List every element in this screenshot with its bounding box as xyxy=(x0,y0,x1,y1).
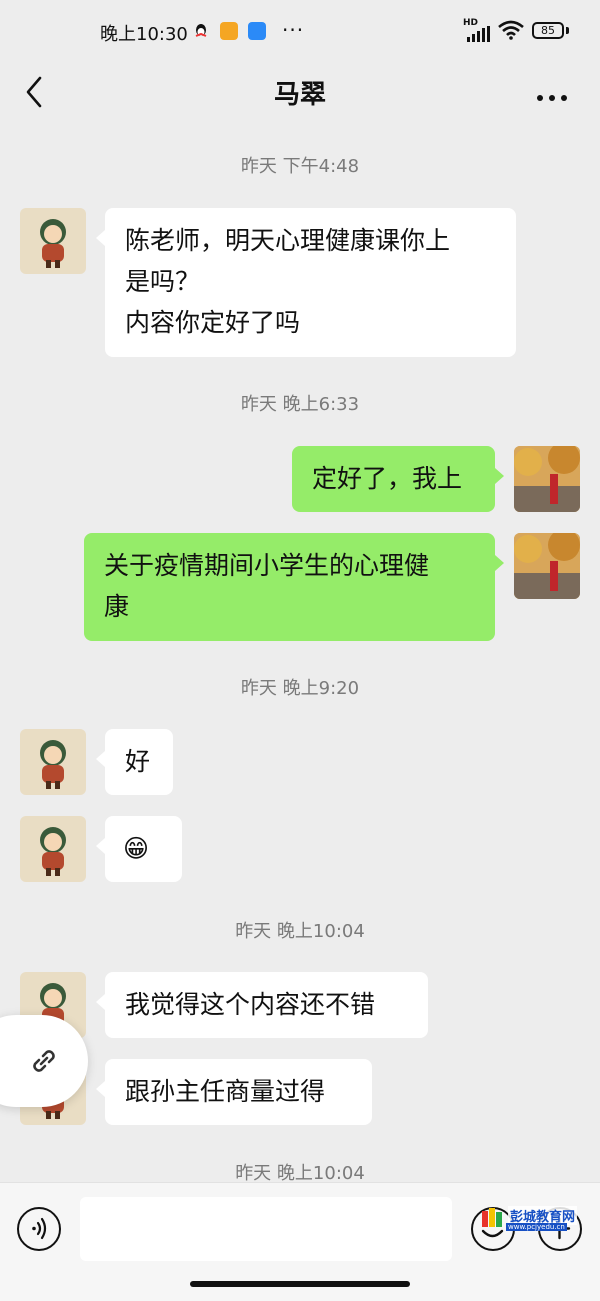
status-more-icon: ··· xyxy=(282,18,305,42)
message-bubble[interactable]: 陈老师，明天心理健康课你上 是吗？ 内容你定好了吗 xyxy=(105,208,516,357)
message-input[interactable] xyxy=(80,1197,452,1261)
floating-link-button[interactable] xyxy=(0,1015,88,1107)
battery-tip xyxy=(566,27,569,34)
watermark-url: www.pcjyedu.cn xyxy=(506,1223,567,1231)
more-dots-icon xyxy=(537,95,567,101)
bubble-tail xyxy=(96,230,105,246)
emoji-message-bubble[interactable]: 😁 xyxy=(105,816,182,882)
feishu-app-icon xyxy=(248,22,266,40)
signal-icon xyxy=(467,26,490,42)
qq-icon xyxy=(192,22,210,40)
voice-input-button[interactable] xyxy=(17,1207,61,1251)
timestamp: 昨天 晚上9:20 xyxy=(240,678,360,699)
message-bubble[interactable]: 我觉得这个内容还不错 xyxy=(105,972,428,1038)
bubble-tail xyxy=(96,751,105,767)
link-icon xyxy=(33,1050,55,1072)
notes-app-icon xyxy=(220,22,238,40)
home-indicator[interactable] xyxy=(190,1281,410,1287)
bubble-tail xyxy=(96,838,105,854)
timestamp: 昨天 晚上6:33 xyxy=(240,394,360,415)
self-avatar[interactable] xyxy=(514,446,580,512)
contact-avatar[interactable] xyxy=(20,208,86,274)
message-bubble[interactable]: 跟孙主任商量过得 xyxy=(105,1059,372,1125)
chat-title: 马翠 xyxy=(273,80,326,110)
bubble-tail xyxy=(495,555,504,571)
chat-header: 马翠 xyxy=(0,64,600,124)
self-avatar[interactable] xyxy=(514,533,580,599)
bubble-tail xyxy=(96,1081,105,1097)
contact-avatar[interactable] xyxy=(20,816,86,882)
status-time: 晚上10:30 xyxy=(100,24,188,45)
message-bubble[interactable]: 好 xyxy=(105,729,173,795)
contact-avatar[interactable] xyxy=(20,729,86,795)
status-bar: 晚上10:30 ··· HD 85 xyxy=(0,0,600,64)
battery-icon: 85 xyxy=(532,22,564,39)
site-watermark: 彭城教育网 www.pcjyedu.cn xyxy=(480,1205,585,1233)
voice-icon xyxy=(32,1217,47,1240)
timestamp: 昨天 晚上10:04 xyxy=(235,921,365,942)
wifi-icon xyxy=(498,20,524,40)
message-bubble[interactable]: 关于疫情期间小学生的心理健 康 xyxy=(84,533,495,641)
more-options-button[interactable] xyxy=(530,72,578,112)
bubble-tail xyxy=(495,468,504,484)
bubble-tail xyxy=(96,994,105,1010)
message-bubble[interactable]: 定好了，我上 xyxy=(292,446,495,512)
timestamp: 昨天 下午4:48 xyxy=(240,156,360,177)
books-logo-icon xyxy=(482,1208,502,1227)
